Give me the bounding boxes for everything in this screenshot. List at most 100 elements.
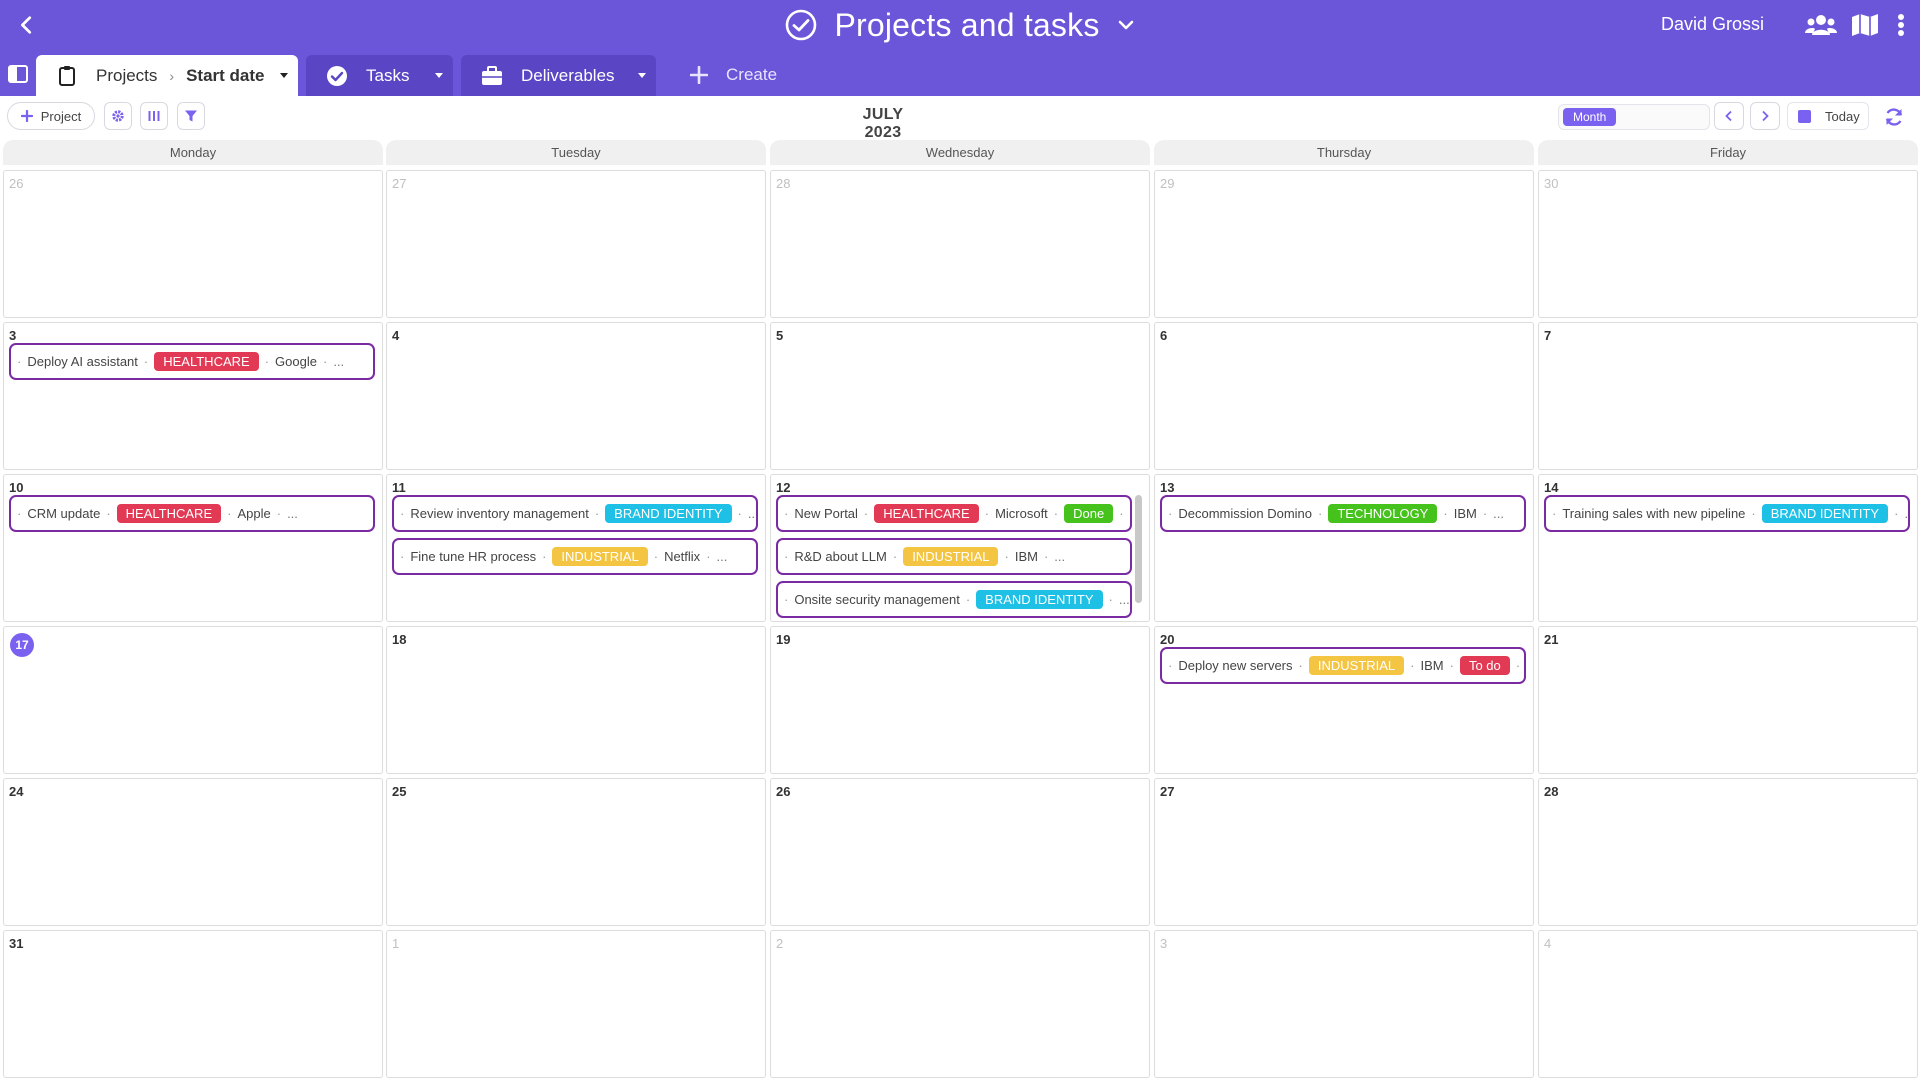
users-icon (1805, 15, 1837, 35)
event-chip[interactable]: · New Portal · HEALTHCARE · Microsoft · Done ·..… (776, 495, 1132, 532)
create-button[interactable]: Create (690, 60, 777, 90)
day-cell[interactable]: 28 (770, 170, 1150, 318)
bullet-dot: · (1168, 658, 1173, 673)
day-cell[interactable]: 19 (770, 626, 1150, 774)
user-name[interactable]: David Grossi (1661, 14, 1764, 35)
title-bar: Projects and tasks David Grossi (0, 0, 1920, 50)
event-chip[interactable]: · Decommission Domino · TECHNOLOGY · IBM ·... (1160, 495, 1526, 532)
day-cell[interactable]: 12 · New Portal · HEALTHCARE · Microsoft · Done ·… (770, 474, 1150, 622)
day-cell[interactable]: 26 (3, 170, 383, 318)
calendar-week-row: 31 1 2 3 4 (0, 930, 1920, 1078)
day-cell[interactable]: 3 (1154, 930, 1534, 1078)
today-button[interactable]: Today (1787, 102, 1869, 130)
caret-down-icon[interactable] (433, 69, 445, 81)
category-tag: INDUSTRIAL (903, 547, 999, 566)
day-cell[interactable]: 11 · Review inventory management · BRAND IDE… (386, 474, 766, 622)
event-title: Fine tune HR process (410, 549, 537, 564)
day-cell[interactable]: 13 · Decommission Domino · TECHNOLOGY · IBM ·..… (1154, 474, 1534, 622)
event-chip[interactable]: · R&D about LLM · INDUSTRIAL · IBM ·... (776, 538, 1132, 575)
view-month-button[interactable]: Month (1563, 108, 1617, 126)
bullet-dot: · (400, 549, 405, 564)
day-cell[interactable]: 17 (3, 626, 383, 774)
separator-dot: · (106, 506, 111, 521)
tab-tasks[interactable]: Tasks (306, 55, 453, 96)
users-button[interactable] (1804, 8, 1838, 42)
today-day-number: 17 (10, 633, 34, 657)
bullet-dot: · (1168, 506, 1173, 521)
separator-dot: · (1004, 549, 1009, 564)
day-cell[interactable]: 6 (1154, 322, 1534, 470)
view-switcher: Month (1558, 104, 1710, 130)
day-number: 5 (776, 328, 784, 343)
day-cell[interactable]: 30 (1538, 170, 1918, 318)
event-chip[interactable]: · Training sales with new pipeline · BRAND … (1544, 495, 1910, 532)
day-cell[interactable]: 7 (1538, 322, 1918, 470)
bullet-dot: · (784, 506, 789, 521)
day-number: 6 (1160, 328, 1168, 343)
more-ellipsis: ... (1130, 506, 1131, 521)
day-cell[interactable]: 4 (386, 322, 766, 470)
more-ellipsis: ... (333, 354, 345, 369)
title-chevron-down-icon[interactable] (1116, 15, 1136, 35)
filter-button[interactable] (177, 102, 205, 130)
day-cell[interactable]: 3 · Deploy AI assistant · HEALTHCARE · Google ·… (3, 322, 383, 470)
refresh-button[interactable] (1880, 104, 1908, 130)
settings-button[interactable] (104, 102, 132, 130)
day-cell[interactable]: 18 (386, 626, 766, 774)
day-cell[interactable]: 21 (1538, 626, 1918, 774)
previous-month-button[interactable] (1714, 102, 1744, 130)
day-cell[interactable]: 26 (770, 778, 1150, 926)
breadcrumb-projects[interactable]: Projects (96, 66, 157, 86)
day-cell[interactable]: 29 (1154, 170, 1534, 318)
map-button[interactable] (1848, 8, 1882, 42)
more-menu-button[interactable] (1892, 8, 1910, 42)
chevron-right-icon (1762, 110, 1769, 122)
separator-dot: · (276, 506, 282, 521)
day-cell[interactable]: 2 (770, 930, 1150, 1078)
day-cell[interactable]: 31 (3, 930, 383, 1078)
company-name: IBM (1014, 549, 1038, 564)
plus-icon (690, 66, 708, 84)
separator-dot: · (706, 549, 711, 564)
event-chip[interactable]: · Deploy new servers · INDUSTRIAL · IBM · To do… (1160, 647, 1526, 684)
day-number: 27 (1160, 784, 1175, 799)
day-number: 30 (1544, 176, 1559, 191)
cell-scrollbar[interactable] (1135, 495, 1142, 603)
separator-dot: · (1043, 549, 1049, 564)
day-number: 10 (9, 480, 24, 495)
day-cell[interactable]: 27 (1154, 778, 1534, 926)
columns-button[interactable] (140, 102, 168, 130)
event-chip[interactable]: · Deploy AI assistant · HEALTHCARE · Google ·.… (9, 343, 375, 380)
day-cell[interactable]: 28 (1538, 778, 1918, 926)
event-chip[interactable]: · Fine tune HR process · INDUSTRIAL · Netflix… (392, 538, 758, 575)
day-cell[interactable]: 25 (386, 778, 766, 926)
tab-projects[interactable]: Projects › Start date (36, 55, 298, 96)
tab-deliverables[interactable]: Deliverables (461, 55, 656, 96)
event-chip[interactable]: · Review inventory management · BRAND IDENT… (392, 495, 758, 532)
category-tag: INDUSTRIAL (1308, 656, 1405, 675)
day-cell[interactable]: 14 · Training sales with new pipeline · BRAN… (1538, 474, 1918, 622)
day-cell[interactable]: 10 · CRM update · HEALTHCARE · Apple ·... (3, 474, 383, 622)
check-circle-icon (786, 9, 817, 41)
briefcase-icon (482, 65, 502, 85)
day-number: 3 (9, 328, 17, 343)
event-chip[interactable]: · CRM update · HEALTHCARE · Apple ·... (9, 495, 375, 532)
day-cell[interactable]: 24 (3, 778, 383, 926)
caret-down-icon[interactable] (278, 69, 290, 81)
day-cell[interactable]: 20 · Deploy new servers · INDUSTRIAL · IBM · To … (1154, 626, 1534, 774)
next-month-button[interactable] (1750, 102, 1780, 130)
back-button[interactable] (10, 8, 44, 42)
event-title: Review inventory management (410, 506, 589, 521)
day-cell[interactable]: 1 (386, 930, 766, 1078)
more-ellipsis: ... (747, 506, 758, 521)
category-tag: BRAND IDENTITY (605, 504, 732, 523)
event-chip[interactable]: · Onsite security management · BRAND IDENTI… (776, 581, 1132, 618)
day-cell[interactable]: 5 (770, 322, 1150, 470)
day-cell[interactable]: 27 (386, 170, 766, 318)
add-project-button[interactable]: Project (7, 102, 95, 130)
caret-down-icon[interactable] (636, 69, 648, 81)
day-cell[interactable]: 4 (1538, 930, 1918, 1078)
panel-toggle-icon[interactable] (6, 62, 30, 86)
weekday-header-friday: Friday (1538, 140, 1918, 165)
more-ellipsis: ... (1904, 506, 1909, 521)
